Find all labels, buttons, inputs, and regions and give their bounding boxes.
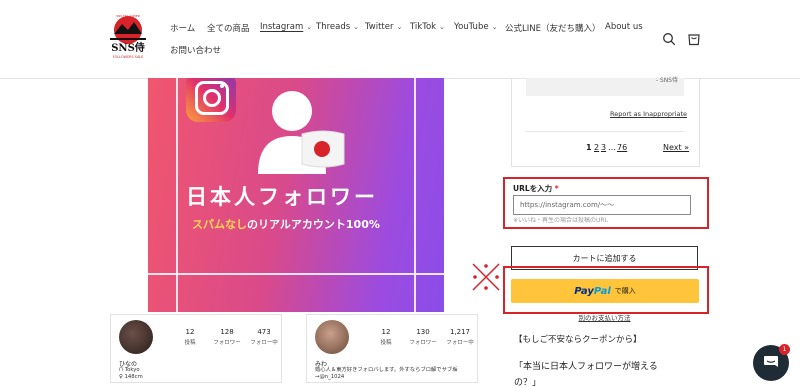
stat-posts: 12 投稿	[380, 328, 392, 346]
stat-following: 1,217 フォロー中	[446, 328, 474, 346]
nav-item-threads[interactable]: Threads ⌄	[316, 22, 359, 32]
stat-following: 473 フォロー中	[250, 328, 278, 346]
profile-card: 12 投稿 128 フォロワー 473 フォロー中 ひなの ⊓ Tokyo ♀ 148c…	[110, 314, 282, 383]
paypal-button-label: で購入	[614, 287, 636, 295]
chevron-down-icon: ⌄	[396, 23, 403, 31]
nav-item-youtube[interactable]: YouTube ⌄	[454, 22, 497, 32]
url-input[interactable]	[513, 195, 691, 215]
product-image-subtitle: スパムなしのリアルアカウント100%	[192, 218, 380, 231]
coupon-text: の？」	[514, 378, 542, 388]
grid-line	[414, 78, 416, 312]
page-link[interactable]: 3	[601, 143, 606, 152]
avatar	[119, 320, 153, 354]
search-icon[interactable]	[662, 32, 676, 46]
japan-flag-icon	[301, 130, 345, 168]
svg-text:SNS侍: SNS侍	[111, 41, 145, 54]
paypal-button[interactable]: PayPal で購入	[511, 279, 699, 303]
nav-item-all-products[interactable]: 全ての商品	[207, 22, 250, 34]
chevron-down-icon: ⌄	[491, 23, 498, 31]
stat-posts: 12 投稿	[184, 328, 196, 346]
page-link-last[interactable]: 76	[617, 143, 627, 152]
cart-icon[interactable]	[687, 31, 701, 46]
instagram-icon	[186, 78, 236, 122]
nav-item-instagram[interactable]: Instagram ⌄	[260, 22, 312, 32]
site-header: SNS侍 FOLLOWERS SALE SNS FOLLOWER ホーム 全ての…	[0, 0, 800, 79]
next-page-link[interactable]: Next »	[663, 143, 689, 152]
nav-item-contact[interactable]: お問い合わせ	[170, 44, 221, 56]
nav-item-home[interactable]: ホーム	[170, 22, 195, 34]
divider	[526, 131, 684, 132]
page-link[interactable]: 2	[594, 143, 599, 152]
review-snippet: - SNS侍	[526, 77, 684, 96]
svg-text:FOLLOWERS SALE: FOLLOWERS SALE	[113, 55, 144, 59]
brand-logo[interactable]: SNS侍 FOLLOWERS SALE SNS FOLLOWER	[100, 12, 156, 66]
cross-mark-icon	[472, 263, 500, 291]
nav-item-about-us[interactable]: About us	[605, 22, 643, 32]
svg-text:SNS FOLLOWER: SNS FOLLOWER	[116, 14, 140, 18]
other-payment-link[interactable]: 別のお支払い方法	[511, 312, 698, 322]
url-field-hint: ※いいね・再生の場合は投稿のURL	[513, 217, 608, 224]
profile-card: 12 投稿 130 フォロワー 1,217 フォロー中 みわ 婚心人＆東方好きフォロバ…	[306, 314, 478, 383]
stat-followers: 128 フォロワー	[213, 328, 241, 346]
coupon-text: 「本当に日本人フォロワーが増える	[514, 362, 658, 372]
paypal-logo: PayPal	[574, 285, 611, 297]
chat-badge: 1	[779, 344, 790, 355]
chevron-down-icon: ⌄	[353, 23, 360, 31]
nav-item-tiktok[interactable]: TikTok ⌄	[410, 22, 445, 32]
paypal-highlight: PayPal で購入	[503, 266, 709, 314]
profile-bio: ⊓ Tokyo ♀ 148cm	[119, 367, 143, 380]
product-image[interactable]: 日本人フォロワー スパムなしのリアルアカウント100%	[148, 78, 444, 312]
report-link[interactable]: Report as Inappropriate	[610, 110, 687, 118]
page-ellipsis: …	[608, 143, 616, 152]
product-image-title: 日本人フォロワー	[186, 185, 378, 209]
coupon-heading: 【もしご不安ならクーポンから】	[514, 335, 642, 345]
nav-item-twitter[interactable]: Twitter ⌄	[365, 22, 402, 32]
page-current: 1	[586, 143, 592, 152]
chevron-down-icon: ⌄	[306, 23, 313, 31]
avatar	[315, 320, 349, 354]
chat-icon	[764, 356, 778, 367]
url-field-label: URLを入力 *	[513, 184, 559, 193]
review-box: - SNS侍 Report as Inappropriate 1 2 3 … 7…	[511, 77, 700, 167]
nav-item-official-line[interactable]: 公式LINE（友だち購入）	[505, 22, 600, 34]
grid-line	[148, 273, 444, 275]
grid-line	[176, 78, 178, 312]
stat-followers: 130 フォロワー	[409, 328, 437, 346]
chevron-down-icon: ⌄	[439, 23, 445, 31]
profile-bio: 婚心人＆東方好きフォロバします。外すならブロ解でサブ垢 →@n_1024	[315, 367, 458, 380]
pagination: 1 2 3 … 76 Next »	[512, 143, 699, 155]
url-field-highlight: URLを入力 * ※いいね・再生の場合は投稿のURL	[503, 177, 709, 229]
